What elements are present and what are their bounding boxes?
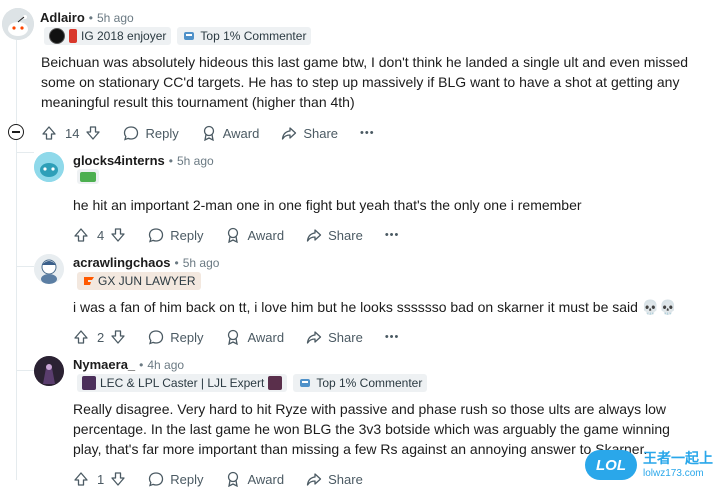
upvote-arrow-icon xyxy=(74,472,88,486)
fnatic-logo-icon xyxy=(84,277,94,285)
speech-bubble-icon xyxy=(149,472,164,487)
upvote-arrow-icon xyxy=(42,126,56,140)
award-button[interactable]: Award xyxy=(225,471,284,487)
award-button[interactable]: Award xyxy=(225,329,284,345)
award-button[interactable]: Award xyxy=(201,125,259,141)
watermark-url: lolwz173.com xyxy=(643,468,704,479)
watermark-logo: LOL xyxy=(585,450,637,480)
thread-line-children xyxy=(16,140,17,480)
more-options-button[interactable]: ••• xyxy=(385,229,400,241)
share-button[interactable]: Share xyxy=(306,471,363,487)
collapse-thread-button[interactable] xyxy=(8,124,24,140)
comment-body: Beichuan was absolutely hideous this las… xyxy=(41,54,689,110)
avatar[interactable] xyxy=(34,356,64,386)
separator-dot: • xyxy=(88,10,93,25)
timestamp[interactable]: 5h ago xyxy=(97,11,134,25)
timestamp[interactable]: 4h ago xyxy=(147,358,184,372)
user-flair xyxy=(77,169,99,184)
avatar[interactable] xyxy=(34,152,64,182)
user-flair: IG 2018 enjoyer xyxy=(44,27,172,45)
site-watermark: LOL 王者一起上 lolwz173.com xyxy=(585,444,725,486)
avatar[interactable] xyxy=(2,8,34,40)
flair-emblem-icon xyxy=(80,171,96,182)
reply-button[interactable]: Reply xyxy=(148,329,203,345)
speech-bubble-icon xyxy=(124,126,139,141)
share-button[interactable]: Share xyxy=(281,125,338,141)
trophy-icon xyxy=(184,32,195,40)
separator-dot: • xyxy=(174,255,179,270)
user-flair: LEC & LPL Caster | LJL Expert xyxy=(77,374,288,392)
award-button[interactable]: Award xyxy=(225,227,284,243)
timestamp[interactable]: 5h ago xyxy=(177,154,214,168)
comment-body: he hit an important 2-man one in one fig… xyxy=(73,197,582,213)
share-icon xyxy=(306,473,322,486)
downvote-arrow-icon xyxy=(111,472,125,486)
reply-button[interactable]: Reply xyxy=(148,471,203,487)
share-icon xyxy=(306,331,322,344)
top-commenter-badge: Top 1% Commenter xyxy=(293,374,428,392)
more-options-button[interactable]: ••• xyxy=(360,127,375,139)
reply-connector xyxy=(16,266,34,267)
share-icon xyxy=(282,127,297,140)
upvote-button[interactable] xyxy=(73,227,89,243)
username[interactable]: glocks4interns xyxy=(73,153,165,168)
top-commenter-badge: Top 1% Commenter xyxy=(177,27,312,45)
minus-icon xyxy=(12,131,20,133)
snoo-avatar-icon xyxy=(2,8,34,40)
award-icon xyxy=(203,125,214,141)
upvote-button[interactable] xyxy=(73,471,89,487)
reply-button[interactable]: Reply xyxy=(148,227,203,243)
more-options-button[interactable]: ••• xyxy=(385,331,400,343)
reply-button[interactable]: Reply xyxy=(123,125,179,141)
vote-count: 2 xyxy=(97,329,105,345)
share-button[interactable]: Share xyxy=(306,329,363,345)
award-icon xyxy=(228,329,239,345)
separator-dot: • xyxy=(168,153,173,168)
award-icon xyxy=(228,227,239,243)
reply-connector xyxy=(16,370,34,371)
champion-portrait-icon xyxy=(268,376,283,390)
speech-bubble-icon xyxy=(149,330,164,345)
downvote-arrow-icon xyxy=(111,228,125,242)
username[interactable]: acrawlingchaos xyxy=(73,255,171,270)
champion-avatar-icon xyxy=(34,356,64,386)
trophy-icon xyxy=(300,379,311,387)
speech-bubble-icon xyxy=(149,228,164,243)
upvote-arrow-icon xyxy=(74,330,88,344)
upvote-button[interactable] xyxy=(73,329,89,345)
username[interactable]: Nymaera_ xyxy=(73,357,135,372)
downvote-arrow-icon xyxy=(111,330,125,344)
downvote-button[interactable] xyxy=(110,471,126,487)
snoo-avatar-icon xyxy=(34,152,64,182)
share-button[interactable]: Share xyxy=(306,227,363,243)
separator-dot: • xyxy=(139,357,144,372)
comment-body: i was a fan of him back on tt, i love hi… xyxy=(73,299,677,315)
champion-portrait-icon xyxy=(82,376,96,390)
timestamp[interactable]: 5h ago xyxy=(183,256,220,270)
user-flair: GX JUN LAWYER xyxy=(77,272,201,290)
snoo-avatar-icon xyxy=(34,254,64,284)
vote-count: 1 xyxy=(97,471,105,487)
downvote-button[interactable] xyxy=(85,125,101,141)
thread-line-main xyxy=(16,40,17,128)
team-logo-icon xyxy=(49,28,65,44)
downvote-button[interactable] xyxy=(110,329,126,345)
downvote-button[interactable] xyxy=(110,227,126,243)
username[interactable]: Adlairo xyxy=(40,10,85,25)
vote-count: 14 xyxy=(65,125,80,141)
award-icon xyxy=(228,471,239,487)
watermark-cn-text: 王者一起上 xyxy=(643,451,713,467)
upvote-arrow-icon xyxy=(74,228,88,242)
share-icon xyxy=(306,229,322,242)
vote-count: 4 xyxy=(97,227,105,243)
reply-connector xyxy=(16,152,34,153)
downvote-arrow-icon xyxy=(86,126,101,140)
upvote-button[interactable] xyxy=(41,125,57,141)
shield-badge-icon xyxy=(69,29,77,43)
avatar[interactable] xyxy=(34,254,64,284)
